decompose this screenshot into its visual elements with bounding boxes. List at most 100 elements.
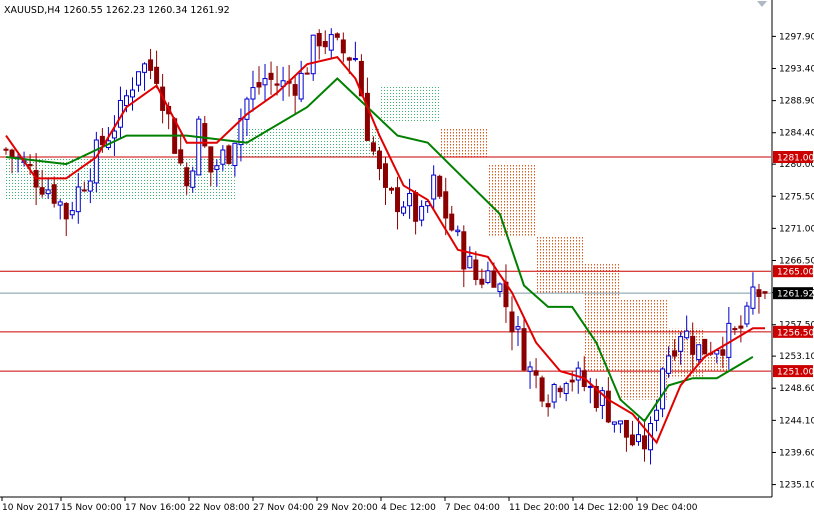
candle-body [316,33,322,47]
candle [497,282,503,298]
candle-body [226,145,232,164]
candle [738,315,744,343]
candle [63,202,69,237]
candle [304,67,310,75]
candle [533,358,539,389]
candle [503,264,509,323]
candle-body [569,379,575,383]
cloud-bear-segment [536,235,585,293]
candle [473,251,479,286]
candle [467,246,473,269]
candle-body [623,419,629,438]
symbol-info: XAUUSD,H4 1260.55 1262.23 1260.34 1261.9… [4,5,230,16]
price-tick-label: 1239.60 [779,448,814,458]
candle [334,32,340,41]
candle [593,378,599,412]
candle-body [431,174,437,200]
candle-body [364,92,370,141]
level-label: 1265.00 [773,265,814,278]
level-label-text: 1281.00 [777,154,814,164]
candle-body [678,336,684,352]
candle [154,50,160,89]
time-tick-label: 19 Dec 04:00 [637,503,698,513]
candle-body [750,286,756,309]
candle-body [684,330,690,339]
candle [557,385,563,398]
candle-body [340,39,346,54]
candle-body [557,387,563,393]
price-tick-label: 1275.50 [779,192,814,202]
time-tick-label: 7 Dec 04:00 [445,503,500,513]
candle-body [395,187,401,213]
candle [684,315,690,340]
candle-body [51,184,57,204]
candle-body [551,383,557,403]
candle-body [515,326,521,330]
candle-body [539,377,545,402]
candle-body [196,118,202,176]
candle-body [304,72,310,75]
candle-body [389,187,395,191]
candle-body [702,338,708,355]
time-tick-label: 10 Nov 2017 [2,503,60,513]
candle-body [232,142,238,167]
candle-body [45,189,51,195]
candle [250,70,256,112]
candle-body [334,33,340,38]
candle [623,419,629,452]
candle-body [756,289,762,297]
level-label: 1281.00 [773,151,814,164]
candle [702,338,708,355]
level-label-text: 1265.00 [777,268,814,278]
candle [298,60,304,103]
candle-body [635,434,641,443]
candle-body [413,192,419,222]
candle [750,272,756,315]
candle-body [39,187,45,195]
candle [310,34,316,81]
price-tick-label: 1284.40 [779,129,814,139]
candle-body [292,84,298,96]
candle [551,382,557,409]
candle-body [509,311,515,333]
time-tick-label: 14 Dec 12:00 [573,503,634,513]
candle [563,381,569,402]
candle [762,291,768,300]
chart-svg: 1297.901293.401288.901284.401280.001275.… [0,0,814,513]
price-tick-label: 1293.40 [779,65,814,75]
time-tick-label: 4 Dec 12:00 [381,503,436,513]
cloud-bull-segment [234,128,380,158]
candle-body [250,87,256,100]
level-label: 1251.00 [773,365,814,378]
candle-body [419,205,425,221]
candle-body [660,368,666,410]
candle-body [136,71,142,86]
candle-body [382,163,388,188]
candle [340,32,346,63]
candle [226,144,232,165]
candle-body [190,170,196,188]
candle-body [672,350,678,357]
candle-body [129,89,135,98]
candle-body [527,366,533,372]
candle-body [69,210,75,216]
candle [648,416,654,465]
candle-body [726,322,732,358]
candle-body [63,202,69,220]
collapse-arrow-icon[interactable] [757,1,767,7]
candle-body [629,434,635,446]
candle-body [467,255,473,269]
candle-body [111,130,117,139]
candle-body [473,259,479,281]
candle-body [479,278,485,285]
candle-body [666,355,672,374]
candle [461,225,467,288]
candle-body [322,40,328,48]
candle [256,66,262,95]
candle [262,63,268,102]
candle [328,28,334,58]
price-tick-label: 1288.90 [779,97,814,107]
candle [316,29,322,60]
candle-body [220,149,226,165]
candle-body [443,191,449,219]
